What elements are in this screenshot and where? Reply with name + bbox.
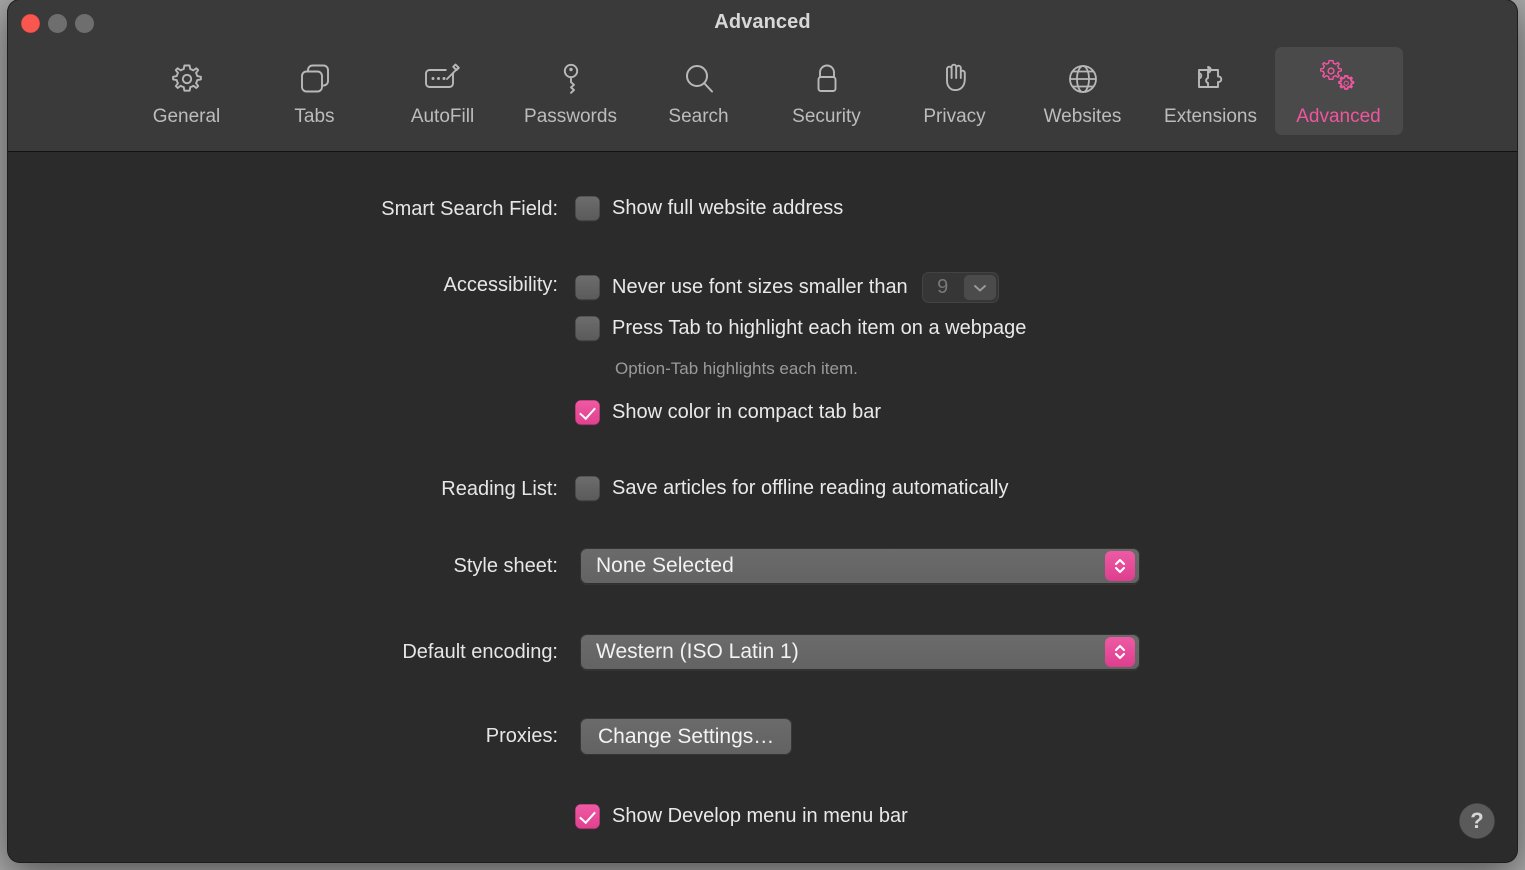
compact-tab-color-label: Show color in compact tab bar xyxy=(612,401,882,423)
tab-tabs[interactable]: Tabs xyxy=(251,47,379,135)
develop-menu-checkbox[interactable] xyxy=(575,804,600,829)
gear-icon xyxy=(164,56,210,102)
tab-websites[interactable]: Websites xyxy=(1019,47,1147,135)
change-settings-button[interactable]: Change Settings… xyxy=(580,718,793,755)
key-icon xyxy=(548,56,594,102)
accessibility-label: Accessibility: xyxy=(443,274,558,296)
default-encoding-value: Western (ISO Latin 1) xyxy=(596,640,799,663)
show-full-address-checkbox[interactable] xyxy=(575,196,600,221)
tab-security[interactable]: Security xyxy=(763,47,891,135)
style-sheet-value: None Selected xyxy=(596,554,734,577)
lock-icon xyxy=(804,56,850,102)
titlebar: Advanced General Tabs AutoFill Passwords… xyxy=(8,0,1517,152)
min-font-size-checkbox[interactable] xyxy=(575,275,600,300)
tab-advanced-label: Advanced xyxy=(1296,106,1381,127)
chevron-down-icon[interactable] xyxy=(963,275,996,300)
row-press-tab-hint: Option-Tab highlights each item. xyxy=(615,359,858,379)
default-encoding-label: Default encoding: xyxy=(402,641,558,663)
row-default-encoding: Western (ISO Latin 1) xyxy=(580,634,1140,670)
row-compact-tab-color: Show color in compact tab bar xyxy=(575,400,881,425)
row-proxies: Change Settings… xyxy=(580,718,793,755)
proxies-label: Proxies: xyxy=(485,725,558,747)
tab-general-label: General xyxy=(152,106,221,127)
reading-list-label: Reading List: xyxy=(441,478,558,500)
globe-icon xyxy=(1060,56,1106,102)
row-min-font-size: Never use font sizes smaller than 9 xyxy=(575,272,999,303)
gears-icon xyxy=(1316,56,1362,102)
tab-security-label: Security xyxy=(792,106,861,127)
tab-tabs-label: Tabs xyxy=(294,106,335,127)
compact-tab-color-checkbox-row[interactable]: Show color in compact tab bar xyxy=(575,400,881,425)
tab-passwords[interactable]: Passwords xyxy=(507,47,635,135)
tab-extensions[interactable]: Extensions xyxy=(1147,47,1275,135)
hand-icon xyxy=(932,56,978,102)
help-button[interactable]: ? xyxy=(1459,803,1495,839)
puzzle-icon xyxy=(1188,56,1234,102)
tabs-icon xyxy=(292,56,338,102)
show-full-address-checkbox-row[interactable]: Show full website address xyxy=(575,196,843,221)
window-title: Advanced xyxy=(714,11,811,33)
style-sheet-label: Style sheet: xyxy=(453,555,558,577)
min-font-size-label: Never use font sizes smaller than xyxy=(612,276,908,298)
style-sheet-popup-button[interactable]: None Selected xyxy=(580,548,1140,584)
preferences-content: Smart Search Field: Show full website ad… xyxy=(8,152,1517,861)
press-tab-checkbox[interactable] xyxy=(575,316,600,341)
chevron-up-down-icon[interactable] xyxy=(1105,637,1135,667)
row-save-offline: Save articles for offline reading automa… xyxy=(575,476,1009,501)
preferences-window: Advanced General Tabs AutoFill Passwords… xyxy=(8,0,1517,862)
smart-search-field-label: Smart Search Field: xyxy=(381,198,558,220)
default-encoding-popup-button[interactable]: Western (ISO Latin 1) xyxy=(580,634,1140,670)
press-tab-checkbox-row[interactable]: Press Tab to highlight each item on a we… xyxy=(575,316,1026,341)
show-full-address-label: Show full website address xyxy=(612,197,844,219)
tab-privacy-label: Privacy xyxy=(923,106,986,127)
tab-search-label: Search xyxy=(668,106,729,127)
develop-menu-checkbox-row[interactable]: Show Develop menu in menu bar xyxy=(575,804,908,829)
row-press-tab: Press Tab to highlight each item on a we… xyxy=(575,316,1026,341)
tab-autofill[interactable]: AutoFill xyxy=(379,47,507,135)
tab-websites-label: Websites xyxy=(1043,106,1122,127)
tab-extensions-label: Extensions xyxy=(1164,106,1257,127)
tab-privacy[interactable]: Privacy xyxy=(891,47,1019,135)
press-tab-hint: Option-Tab highlights each item. xyxy=(615,359,858,378)
tab-passwords-label: Passwords xyxy=(524,106,617,127)
save-offline-checkbox[interactable] xyxy=(575,476,600,501)
min-font-size-value: 9 xyxy=(937,276,949,298)
tab-search[interactable]: Search xyxy=(635,47,763,135)
preferences-toolbar: General Tabs AutoFill Passwords Search S… xyxy=(8,47,1517,135)
develop-menu-label: Show Develop menu in menu bar xyxy=(612,805,908,827)
autofill-icon xyxy=(420,56,466,102)
save-offline-checkbox-row[interactable]: Save articles for offline reading automa… xyxy=(575,476,1009,501)
min-font-size-stepper[interactable]: 9 xyxy=(921,272,999,303)
save-offline-label: Save articles for offline reading automa… xyxy=(612,477,1009,499)
row-show-full-address: Show full website address xyxy=(575,196,843,221)
tab-general[interactable]: General xyxy=(123,47,251,135)
press-tab-label: Press Tab to highlight each item on a we… xyxy=(612,317,1027,339)
min-font-size-checkbox-row[interactable]: Never use font sizes smaller than xyxy=(575,275,908,300)
search-icon xyxy=(676,56,722,102)
tab-advanced[interactable]: Advanced xyxy=(1274,47,1403,135)
tab-autofill-label: AutoFill xyxy=(410,106,475,127)
row-develop-menu: Show Develop menu in menu bar xyxy=(575,804,908,829)
row-style-sheet: None Selected xyxy=(580,548,1140,584)
compact-tab-color-checkbox[interactable] xyxy=(575,400,600,425)
chevron-up-down-icon[interactable] xyxy=(1105,551,1135,581)
